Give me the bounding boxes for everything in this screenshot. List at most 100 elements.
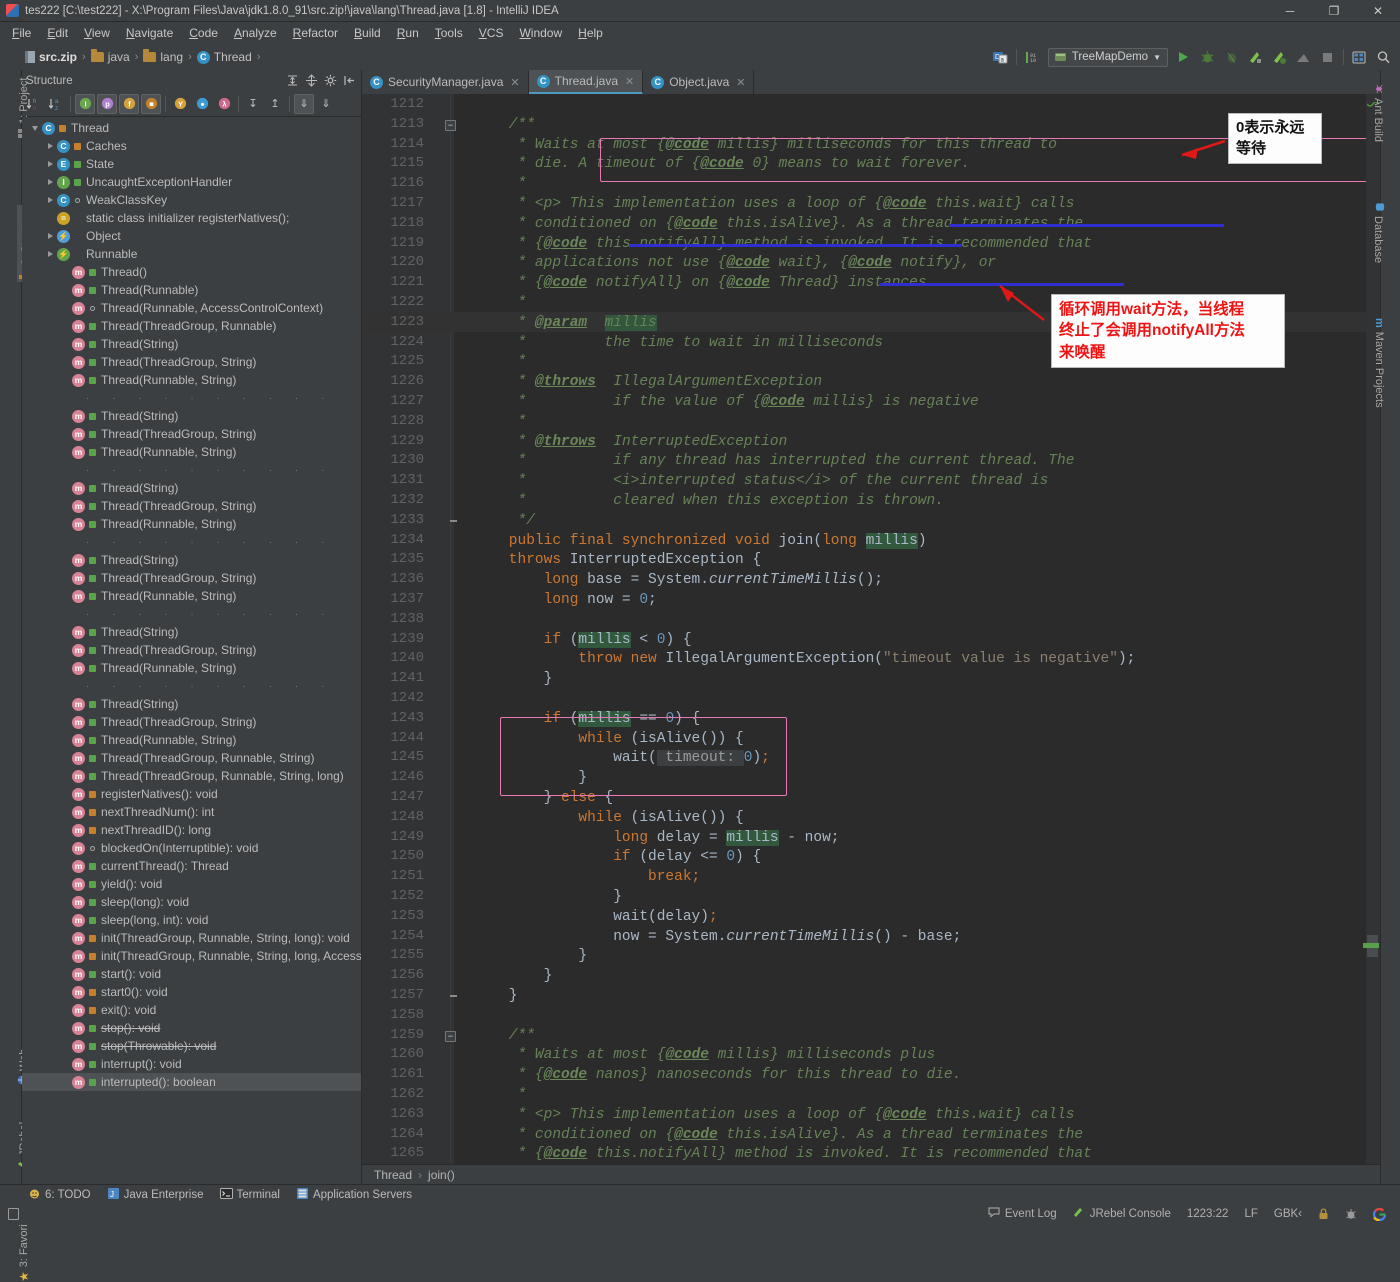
tree-item[interactable]: mstart(): void <box>22 965 361 983</box>
code-line[interactable]: * the time to wait in milliseconds <box>474 334 883 354</box>
tree-item-placeholder[interactable]: · · · · · · · · · · <box>22 533 361 551</box>
tree-item[interactable]: mThread(ThreadGroup, String) <box>22 641 361 659</box>
chevron-right-icon[interactable] <box>43 197 57 203</box>
code-line[interactable] <box>474 1007 483 1027</box>
profile-icon[interactable] <box>1295 49 1312 66</box>
code-line[interactable]: * applications not use {@code wait}, {@c… <box>474 254 996 274</box>
code-line[interactable]: now = System.currentTimeMillis() - base; <box>474 928 961 948</box>
breadcrumb-method[interactable]: join() <box>428 1168 455 1182</box>
code-line[interactable]: while (isAlive()) { <box>474 809 744 829</box>
lambda-icon[interactable]: λ <box>214 94 234 114</box>
tree-item[interactable]: mstart0(): void <box>22 983 361 1001</box>
tool-window-maven[interactable]: m Maven Projects <box>1373 318 1385 408</box>
coverage-icon[interactable] <box>1223 49 1240 66</box>
tool-window-database[interactable]: Database <box>1372 202 1385 263</box>
menu-item-edit[interactable]: Edit <box>39 24 76 42</box>
menu-item-view[interactable]: View <box>76 24 118 42</box>
tree-item[interactable]: mregisterNatives(): void <box>22 785 361 803</box>
gear-icon[interactable] <box>322 73 338 89</box>
tree-item[interactable]: mThread(ThreadGroup, String) <box>22 713 361 731</box>
jrebel-console-button[interactable]: JRebel Console <box>1065 1207 1179 1221</box>
breadcrumb-item-thread[interactable]: CThread <box>194 50 255 64</box>
code-line[interactable]: } else { <box>474 789 613 809</box>
tree-item[interactable]: ⚡Object <box>22 227 361 245</box>
breadcrumb-item-java[interactable]: java <box>88 50 133 64</box>
tree-item[interactable]: mThread(ThreadGroup, String) <box>22 425 361 443</box>
chevron-right-icon[interactable] <box>43 233 57 239</box>
menu-item-vcs[interactable]: VCS <box>471 24 512 42</box>
tree-item[interactable]: mThread(String) <box>22 479 361 497</box>
menu-item-run[interactable]: Run <box>389 24 427 42</box>
chevron-right-icon[interactable] <box>43 161 57 167</box>
structure-tree[interactable]: CThreadCCachesEStateIUncaughtExceptionHa… <box>22 117 361 1184</box>
code-line[interactable]: public final synchronized void join(long… <box>474 532 927 552</box>
code-line[interactable]: while (isAlive()) { <box>474 730 744 750</box>
code-line[interactable]: * <box>474 1086 526 1106</box>
translate-icon[interactable]: Da <box>992 49 1009 66</box>
code-line[interactable]: * <box>474 353 526 373</box>
status-left-icon[interactable] <box>0 1208 27 1220</box>
code-line[interactable] <box>474 611 483 631</box>
show-fields-icon[interactable]: f <box>119 94 139 114</box>
chevron-right-icon[interactable] <box>43 143 57 149</box>
code-line[interactable]: * @param millis <box>474 314 657 334</box>
tree-item[interactable]: minit(ThreadGroup, Runnable, String, lon… <box>22 947 361 965</box>
tree-item[interactable]: msleep(long, int): void <box>22 911 361 929</box>
code-line[interactable]: * @throws IllegalArgumentException <box>474 373 822 393</box>
tree-item[interactable]: mThread(ThreadGroup, String) <box>22 497 361 515</box>
close-icon[interactable]: ✕ <box>625 75 634 88</box>
autoscroll-from-source-icon[interactable]: ⇓ <box>294 94 314 114</box>
tree-item[interactable]: mThread(ThreadGroup, String) <box>22 569 361 587</box>
chevron-right-icon[interactable] <box>43 251 57 257</box>
breadcrumb-item-lang[interactable]: lang <box>140 50 186 64</box>
code-line[interactable]: if (delay <= 0) { <box>474 848 761 868</box>
code-line[interactable]: break; <box>474 868 700 888</box>
code-line[interactable]: * die. A timeout of {@code 0} means to w… <box>474 155 970 175</box>
code-line[interactable]: * conditioned on {@code this.isAlive}. A… <box>474 1126 1083 1146</box>
code-line[interactable]: } <box>474 769 587 789</box>
editor-tab-thread[interactable]: CThread.java✕ <box>529 70 644 94</box>
tree-item[interactable]: mThread(String) <box>22 695 361 713</box>
tree-item[interactable]: mblockedOn(Interruptible): void <box>22 839 361 857</box>
code-content[interactable]: /** * Waits at most {@code millis} milli… <box>454 94 1366 1164</box>
code-line[interactable]: if (millis < 0) { <box>474 631 692 651</box>
tree-item[interactable]: mThread(Runnable, String) <box>22 443 361 461</box>
tree-item[interactable]: mThread(ThreadGroup, Runnable) <box>22 317 361 335</box>
menu-item-refactor[interactable]: Refactor <box>285 24 346 42</box>
bottom-tool-java-enterprise[interactable]: JJava Enterprise <box>107 1187 204 1203</box>
jrebel-run-icon[interactable] <box>1247 49 1264 66</box>
code-line[interactable]: * if any thread has interrupted the curr… <box>474 452 1074 472</box>
tree-item[interactable]: mThread(String) <box>22 335 361 353</box>
tree-item[interactable]: CThread <box>22 119 361 137</box>
menu-item-help[interactable]: Help <box>570 24 611 42</box>
tree-item[interactable]: mexit(): void <box>22 1001 361 1019</box>
tree-item[interactable]: minterrupt(): void <box>22 1055 361 1073</box>
tree-item-placeholder[interactable]: · · · · · · · · · · <box>22 677 361 695</box>
tree-item[interactable]: mstop(Throwable): void <box>22 1037 361 1055</box>
editor-tab-object[interactable]: CObject.java✕ <box>643 70 754 94</box>
collapse-all-icon[interactable] <box>303 73 319 89</box>
menu-item-tools[interactable]: Tools <box>427 24 471 42</box>
binary-icon[interactable]: 0110 <box>1024 49 1041 66</box>
menu-item-file[interactable]: File <box>4 24 39 42</box>
code-line[interactable]: } <box>474 947 587 967</box>
code-line[interactable] <box>474 96 483 116</box>
autoscroll-to-source-icon[interactable]: ⇓ <box>316 94 336 114</box>
show-inherited-icon[interactable]: I <box>75 94 95 114</box>
code-line[interactable]: throws InterruptedException { <box>474 551 761 571</box>
tree-item[interactable]: mThread(Runnable, String) <box>22 515 361 533</box>
debug-icon[interactable] <box>1199 49 1216 66</box>
menu-item-navigate[interactable]: Navigate <box>118 24 181 42</box>
tree-item[interactable]: mThread(Runnable, String) <box>22 371 361 389</box>
code-line[interactable]: long base = System.currentTimeMillis(); <box>474 571 883 591</box>
code-line[interactable]: * <p> This implementation uses a loop of… <box>474 195 1074 215</box>
tree-item[interactable]: CCaches <box>22 137 361 155</box>
chevron-right-icon[interactable] <box>43 179 57 185</box>
collapse-all-icon[interactable]: ↥ <box>265 94 285 114</box>
tool-window-ant-build[interactable]: Ant Build <box>1372 84 1385 142</box>
code-line[interactable]: * Waits at most {@code millis} milliseco… <box>474 1046 935 1066</box>
layout-icon[interactable] <box>1351 49 1368 66</box>
close-icon[interactable]: ✕ <box>736 76 745 89</box>
tree-item[interactable]: mThread(Runnable, String) <box>22 659 361 677</box>
code-line[interactable]: * @throws InterruptedException <box>474 433 787 453</box>
